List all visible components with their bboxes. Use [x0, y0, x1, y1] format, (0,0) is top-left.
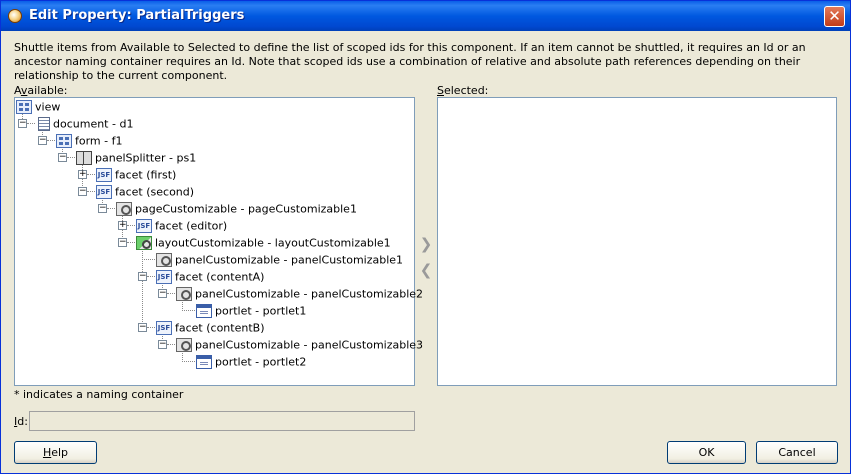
- title-bar[interactable]: Edit Property: PartialTriggers ✕: [1, 1, 850, 31]
- tree-node-panelcustomizable2[interactable]: panelCustomizable - panelCustomizable2: [176, 285, 423, 302]
- edit-property-dialog: Edit Property: PartialTriggers ✕ Shuttle…: [0, 0, 851, 474]
- collapse-toggle[interactable]: −: [18, 119, 27, 128]
- collapse-toggle[interactable]: −: [38, 136, 47, 145]
- collapse-toggle[interactable]: −: [158, 340, 167, 349]
- available-label: Available:: [14, 84, 68, 97]
- instructions-text: Shuttle items from Available to Selected…: [14, 41, 806, 82]
- tree-node-form[interactable]: form - f1: [56, 132, 122, 149]
- customizable-icon: [156, 253, 172, 267]
- jsf-facet-icon: JSF: [96, 185, 112, 199]
- tree-node-portlet2[interactable]: portlet - portlet2: [196, 353, 306, 370]
- document-icon: [38, 117, 50, 131]
- collapse-toggle[interactable]: −: [78, 187, 87, 196]
- grid-icon: [16, 100, 32, 114]
- tree-node-layoutcustomizable[interactable]: layoutCustomizable - layoutCustomizable1: [136, 234, 391, 251]
- expand-toggle[interactable]: +: [118, 221, 127, 230]
- available-tree[interactable]: − − − + − − + − − − − − view document - …: [14, 97, 423, 386]
- help-button[interactable]: Help: [14, 441, 97, 464]
- close-button[interactable]: ✕: [824, 6, 845, 27]
- tree-node-panelsplitter[interactable]: panelSplitter - ps1: [76, 149, 196, 166]
- tree-node-portlet1[interactable]: portlet - portlet1: [196, 302, 306, 319]
- portlet-icon: [196, 304, 212, 318]
- tree-node-panelcustomizable1[interactable]: panelCustomizable - panelCustomizable1: [156, 251, 403, 268]
- cancel-button[interactable]: Cancel: [756, 441, 838, 464]
- tree-node-facet-contenta[interactable]: JSF facet (contentA): [156, 268, 264, 285]
- collapse-toggle[interactable]: −: [138, 323, 147, 332]
- ok-button[interactable]: OK: [667, 441, 746, 464]
- customizable-icon: [116, 202, 132, 216]
- collapse-toggle[interactable]: −: [158, 289, 167, 298]
- collapse-toggle[interactable]: −: [98, 204, 107, 213]
- tree-node-facet-first[interactable]: JSF facet (first): [96, 166, 176, 183]
- shuttle-add-button[interactable]: ❯: [419, 237, 433, 252]
- jsf-facet-icon: JSF: [96, 168, 112, 182]
- selected-label: Selected:: [437, 84, 489, 97]
- id-field[interactable]: [29, 411, 415, 431]
- portlet-icon: [196, 355, 212, 369]
- customizable-icon: [176, 287, 192, 301]
- selected-list[interactable]: [437, 97, 837, 386]
- collapse-toggle[interactable]: −: [118, 238, 127, 247]
- expand-toggle[interactable]: +: [78, 170, 87, 179]
- splitter-icon: [76, 151, 92, 165]
- naming-container-note: * indicates a naming container: [14, 388, 184, 401]
- tree-node-facet-second[interactable]: JSF facet (second): [96, 183, 194, 200]
- grid-icon: [56, 134, 72, 148]
- jsf-facet-icon: JSF: [156, 270, 172, 284]
- tree-node-view[interactable]: view: [16, 98, 60, 115]
- id-label: Id:: [14, 415, 28, 428]
- tree-node-panelcustomizable3[interactable]: panelCustomizable - panelCustomizable3: [176, 336, 423, 353]
- jsf-facet-icon: JSF: [156, 321, 172, 335]
- customizable-icon: [176, 338, 192, 352]
- collapse-toggle[interactable]: −: [138, 272, 147, 281]
- jsf-facet-icon: JSF: [136, 219, 152, 233]
- collapse-toggle[interactable]: −: [58, 153, 67, 162]
- tree-node-facet-editor[interactable]: JSF facet (editor): [136, 217, 227, 234]
- layout-customizable-icon: [136, 236, 152, 250]
- tree-node-pagecustomizable[interactable]: pageCustomizable - pageCustomizable1: [116, 200, 357, 217]
- app-icon: [8, 9, 22, 23]
- shuttle-remove-button[interactable]: ❮: [419, 263, 433, 278]
- tree-node-document[interactable]: document - d1: [36, 115, 133, 132]
- tree-node-facet-contentb[interactable]: JSF facet (contentB): [156, 319, 264, 336]
- dialog-title: Edit Property: PartialTriggers: [29, 8, 245, 23]
